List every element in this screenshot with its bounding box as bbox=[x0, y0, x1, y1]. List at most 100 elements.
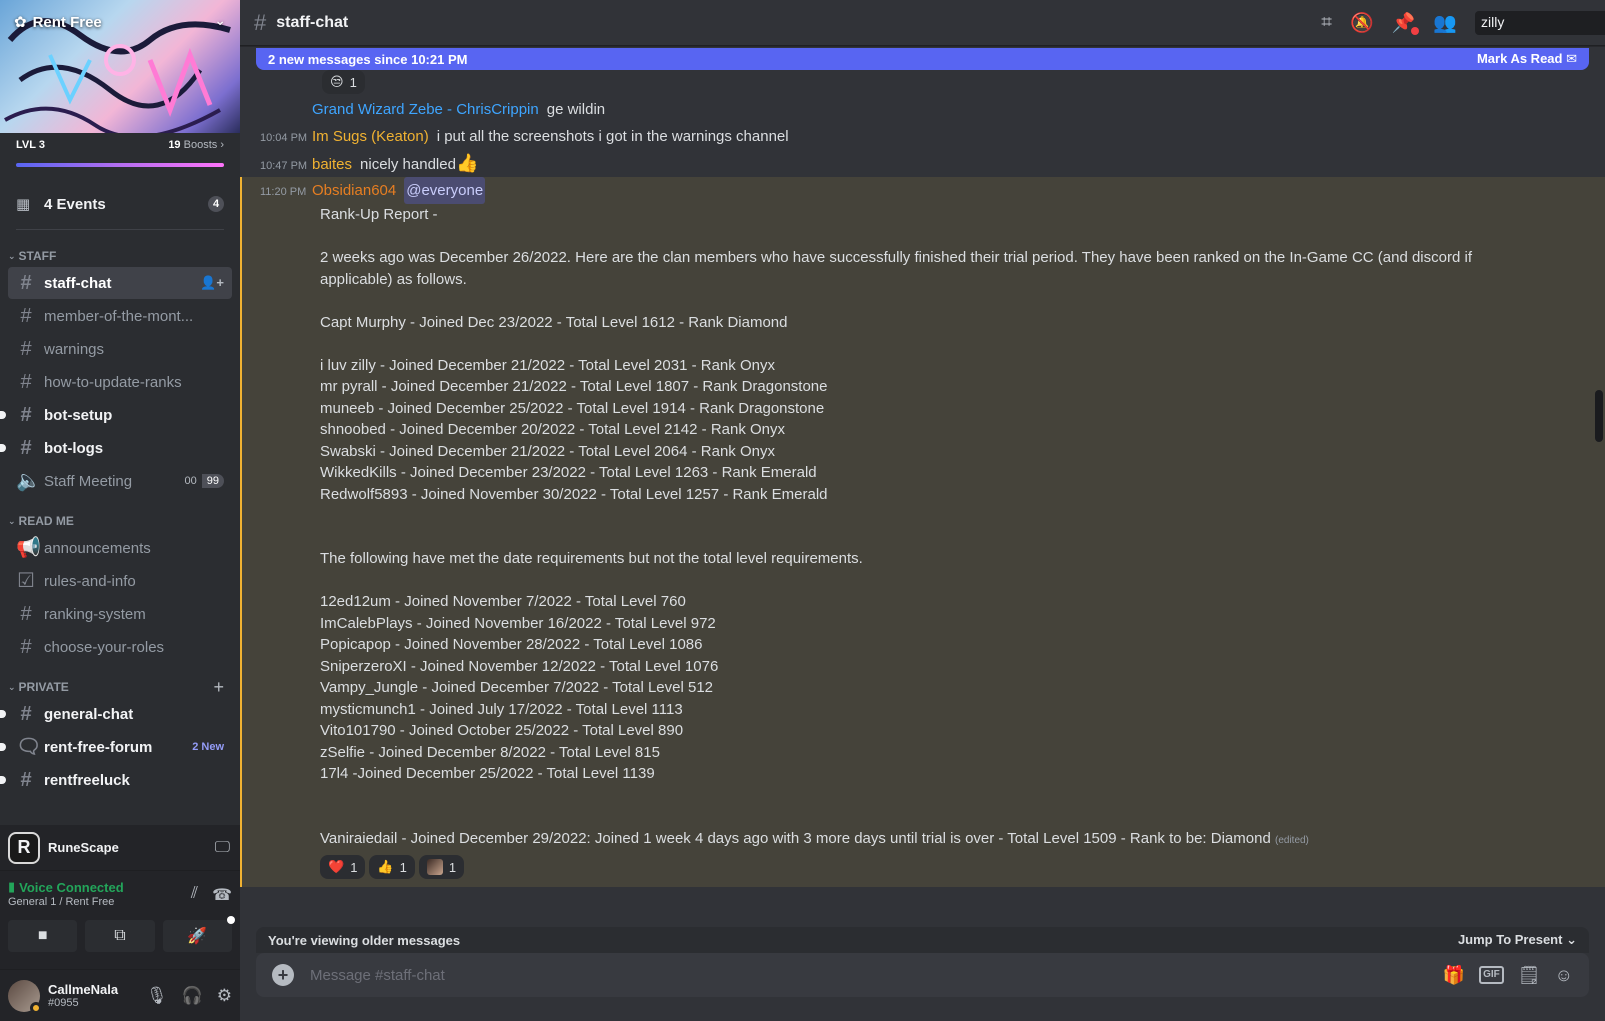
hashtag-icon: # bbox=[20, 338, 32, 360]
hashtag-icon: # bbox=[20, 305, 32, 327]
chevron-down-icon[interactable]: ⌄ bbox=[214, 12, 226, 29]
server-boost-icon: ✿ bbox=[14, 14, 27, 31]
search-input[interactable]: zilly bbox=[1475, 10, 1605, 35]
message-author[interactable]: Grand Wizard Zebe - ChrisCrippin bbox=[312, 96, 539, 123]
report-line: shnoobed - Joined December 20/2022 - Tot… bbox=[320, 421, 786, 438]
attach-plus-icon[interactable]: + bbox=[272, 964, 294, 986]
activity-panel[interactable]: R RuneScape 🖵 bbox=[0, 825, 240, 871]
reaction-heart[interactable]: ❤️ 1 bbox=[320, 855, 366, 879]
hashtag-icon: # bbox=[20, 404, 32, 426]
message-input[interactable]: Message #staff-chat bbox=[310, 967, 445, 984]
mark-as-read-button[interactable]: Mark As Read ✉ bbox=[1477, 51, 1577, 67]
message-composer: + Message #staff-chat 🎁 GIF 🗒 ☺ bbox=[256, 953, 1589, 997]
user-name[interactable]: CallmeNala bbox=[48, 982, 118, 997]
add-member-icon[interactable]: 👤+ bbox=[200, 275, 224, 291]
disconnect-icon[interactable]: ☎ bbox=[212, 885, 232, 905]
everyone-mention[interactable]: @everyone bbox=[404, 177, 486, 204]
reaction-pill[interactable]: 😒 1 bbox=[322, 70, 365, 94]
notification-dot bbox=[226, 916, 235, 924]
report-line: Capt Murphy - Joined Dec 23/2022 - Total… bbox=[320, 313, 788, 331]
share-screen-button[interactable]: ⧉ bbox=[85, 920, 155, 952]
report-line: Rank-Up Report - bbox=[320, 206, 438, 223]
report-line bbox=[320, 290, 1505, 312]
channel-rentfreeluck[interactable]: # rentfreeluck bbox=[0, 764, 232, 796]
older-messages-text: You're viewing older messages bbox=[268, 932, 461, 948]
jump-to-present-button[interactable]: Jump To Present ⌄ bbox=[1458, 932, 1577, 948]
chat-area: # staff-chat ⌗ 🔕 📌 👥 zilly 2 new message… bbox=[240, 0, 1605, 1021]
noise-suppression-icon[interactable]: ⫽ bbox=[191, 885, 198, 905]
mark-as-read-label: Mark As Read bbox=[1476, 51, 1563, 66]
emoji-picker-icon[interactable]: ☺ bbox=[1555, 965, 1573, 986]
voice-location[interactable]: General 1 / Rent Free bbox=[8, 896, 124, 908]
category-private[interactable]: ⌄ PRIVATE + bbox=[8, 677, 232, 697]
message-author[interactable]: Im Sugs (Keaton) bbox=[312, 123, 429, 150]
channel-rules-and-info[interactable]: ☑ rules-and-info bbox=[8, 565, 232, 597]
message-text: i put all the screenshots i got in the w… bbox=[436, 128, 789, 145]
pin-icon[interactable]: 📌 bbox=[1392, 11, 1420, 35]
channel-staff-chat[interactable]: # staff-chat 👤+ bbox=[8, 267, 232, 299]
channel-choose-your-roles[interactable]: # choose-your-roles bbox=[8, 631, 232, 663]
reaction-custom[interactable]: 1 bbox=[418, 855, 465, 879]
gear-icon[interactable]: ⚙ bbox=[217, 986, 232, 1006]
events-item[interactable]: ▦ 4 Events 4 bbox=[8, 187, 232, 221]
sticker-icon[interactable]: 🗒 bbox=[1518, 965, 1541, 986]
new-messages-bar[interactable]: 2 new messages since 10:21 PM Mark As Re… bbox=[256, 48, 1589, 70]
boost-level: LVL 3 bbox=[16, 139, 45, 151]
member-list-icon[interactable]: 👥 bbox=[1433, 11, 1457, 35]
chevron-down-icon: ⌄ bbox=[8, 250, 16, 261]
report-line bbox=[320, 505, 1505, 527]
channel-rent-free-forum[interactable]: 🗨 rent-free-forum 2 New bbox=[0, 731, 232, 763]
message-author[interactable]: baites bbox=[312, 151, 352, 178]
category-label: PRIVATE bbox=[18, 680, 69, 694]
voice-count-current: 00 bbox=[179, 474, 202, 488]
channel-warnings[interactable]: # warnings bbox=[8, 333, 232, 365]
server-banner[interactable]: ✿ Rent Free ⌄ bbox=[0, 0, 240, 133]
thumbs-up-icon: 👍 bbox=[377, 859, 394, 874]
message-author[interactable]: Obsidian604 bbox=[312, 177, 396, 204]
boost-progress[interactable]: LVL 3 19 Boosts › bbox=[0, 133, 240, 179]
reaction-count: 1 bbox=[399, 859, 407, 875]
unread-indicator bbox=[0, 710, 6, 718]
create-channel-icon[interactable]: + bbox=[213, 677, 224, 698]
channel-label: announcements bbox=[44, 539, 151, 557]
report-line: Redwolf5893 - Joined November 30/2022 - … bbox=[320, 485, 828, 503]
report-line: 17l4 -Joined December 25/2022 - Total Le… bbox=[320, 765, 655, 782]
gift-icon[interactable]: 🎁 bbox=[1443, 965, 1465, 986]
camera-button[interactable]: ■ bbox=[8, 920, 78, 952]
emoji-face-icon: 😒 bbox=[330, 74, 344, 89]
threads-icon[interactable]: ⌗ bbox=[1321, 12, 1332, 34]
channel-title: staff-chat bbox=[276, 13, 349, 31]
screen-share-icon: ⧉ bbox=[114, 927, 126, 944]
voice-status[interactable]: ▮ Voice Connected bbox=[8, 879, 124, 895]
reaction-thumbs-up[interactable]: 👍 1 bbox=[369, 855, 415, 879]
activities-button[interactable]: 🚀 bbox=[162, 916, 235, 952]
avatar[interactable] bbox=[8, 979, 42, 1014]
category-read-me[interactable]: ⌄ READ ME bbox=[8, 511, 232, 531]
mute-bell-icon[interactable]: 🔕 bbox=[1350, 11, 1374, 35]
channel-label: how-to-update-ranks bbox=[44, 373, 182, 391]
microphone-icon[interactable]: 🎙 bbox=[146, 986, 168, 1006]
scrollbar[interactable] bbox=[1595, 390, 1603, 442]
message-text: nicely handled bbox=[360, 156, 456, 173]
thumbs-up-emoji-icon: 👍 bbox=[455, 153, 479, 173]
checkbox-icon: ☑ bbox=[17, 570, 35, 592]
headphones-icon[interactable]: 🎧 bbox=[182, 986, 203, 1006]
channel-bot-setup[interactable]: # bot-setup bbox=[0, 399, 232, 431]
channel-ranking-system[interactable]: # ranking-system bbox=[8, 598, 232, 630]
reaction-row: ❤️ 1 👍 1 1 bbox=[242, 855, 1605, 879]
channel-how-to-update-ranks[interactable]: # how-to-update-ranks bbox=[8, 366, 232, 398]
channel-bot-logs[interactable]: # bot-logs bbox=[0, 432, 232, 464]
gif-icon[interactable]: GIF bbox=[1479, 966, 1504, 984]
report-line bbox=[320, 226, 1505, 248]
channel-label: rentfreeluck bbox=[44, 771, 130, 789]
channel-label: general-chat bbox=[44, 705, 134, 723]
rocket-icon: 🚀 bbox=[187, 928, 208, 945]
channel-member-of-the-month[interactable]: # member-of-the-mont... bbox=[8, 300, 232, 332]
heart-icon: ❤️ bbox=[328, 859, 345, 874]
channel-general-chat[interactable]: # general-chat bbox=[0, 698, 232, 730]
channel-staff-meeting[interactable]: 🔈 Staff Meeting 00 99 bbox=[8, 465, 232, 497]
channel-announcements[interactable]: 📢 announcements bbox=[8, 532, 232, 564]
category-staff[interactable]: ⌄ STAFF bbox=[8, 246, 232, 266]
screen-share-icon[interactable]: 🖵 bbox=[215, 839, 230, 857]
report-line: Swabski - Joined December 21/2022 - Tota… bbox=[320, 442, 775, 460]
